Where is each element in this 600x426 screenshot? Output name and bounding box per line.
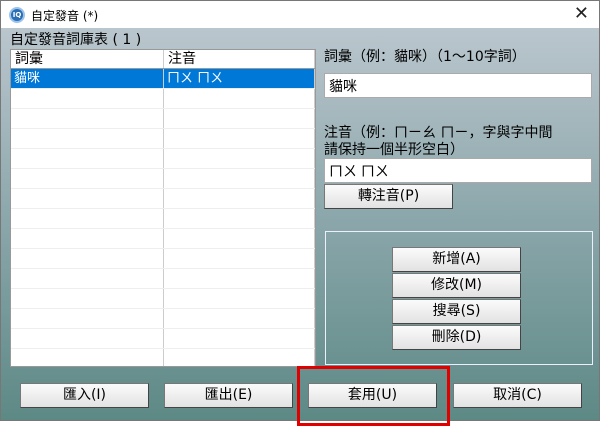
convert-zhuyin-button[interactable]: 轉注音(P)	[324, 184, 453, 209]
empty-row	[11, 109, 315, 129]
empty-row	[11, 89, 315, 109]
empty-row	[11, 189, 315, 209]
zhuyin-input[interactable]	[324, 158, 592, 183]
list-header: 詞彙 注音	[11, 50, 315, 69]
column-header-zhuyin[interactable]: 注音	[164, 50, 315, 68]
cell-word: 貓咪	[11, 69, 164, 88]
empty-row	[11, 269, 315, 289]
column-header-word[interactable]: 詞彙	[11, 50, 164, 68]
list-label: 自定發音詞庫表 ( 1 )	[10, 32, 142, 48]
zhuyin-label-line2: 請保持一個半形空白）	[324, 142, 464, 158]
empty-row	[11, 229, 315, 249]
cell-zhuyin: ㄇㄨ ㄇㄨ	[164, 69, 315, 88]
add-button[interactable]: 新增(A)	[392, 247, 521, 272]
empty-row	[11, 309, 315, 329]
empty-row	[11, 289, 315, 309]
import-button[interactable]: 匯入(I)	[20, 383, 149, 408]
delete-button[interactable]: 刪除(D)	[392, 325, 521, 350]
highlight-box	[297, 366, 450, 426]
empty-row	[11, 249, 315, 269]
table-row[interactable]: 貓咪 ㄇㄨ ㄇㄨ	[11, 69, 315, 89]
window-title: 自定發音 (*)	[31, 9, 99, 23]
word-list[interactable]: 詞彙 注音 貓咪 ㄇㄨ ㄇㄨ	[10, 49, 316, 367]
empty-row	[11, 149, 315, 169]
dialog-body: 自定發音詞庫表 ( 1 ) 詞彙 注音 貓咪 ㄇㄨ ㄇㄨ 詞彙（例：貓咪）（1～…	[0, 28, 600, 426]
modify-button[interactable]: 修改(M)	[392, 273, 521, 298]
empty-row	[11, 209, 315, 229]
export-button[interactable]: 匯出(E)	[164, 383, 293, 408]
word-input[interactable]	[324, 73, 592, 98]
empty-row	[11, 329, 315, 349]
empty-row	[11, 169, 315, 189]
search-button[interactable]: 搜尋(S)	[392, 299, 521, 324]
empty-row	[11, 349, 315, 366]
app-icon: IQ	[9, 7, 25, 23]
word-label: 詞彙（例：貓咪）（1～10字詞）	[324, 49, 526, 65]
title-bar: IQ 自定發音 (*) ✕	[0, 0, 600, 28]
empty-row	[11, 129, 315, 149]
close-icon[interactable]: ✕	[574, 3, 589, 24]
cancel-button[interactable]: 取消(C)	[453, 383, 582, 408]
